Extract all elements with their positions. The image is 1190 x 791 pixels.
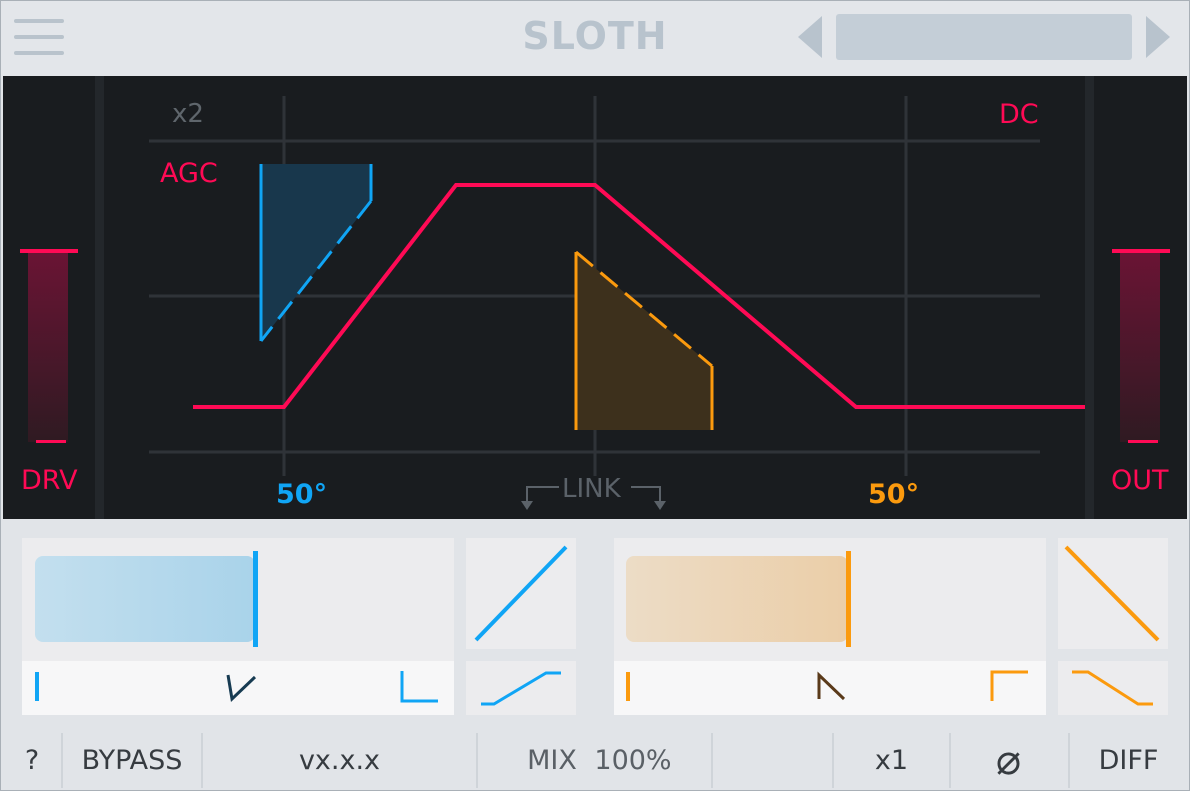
orange-mode-corner-icon: [990, 670, 1028, 701]
plugin-title: SLOTH: [522, 14, 668, 58]
mix-value[interactable]: 100%: [587, 731, 679, 788]
blue-angle-value[interactable]: 50°: [276, 479, 327, 510]
blue-linear-icon: [474, 545, 568, 642]
header-bar: SLOTH: [0, 0, 1190, 76]
orange-mode-row: [614, 661, 1046, 715]
orange-release-region[interactable]: [576, 252, 712, 430]
left-divider: [95, 76, 104, 519]
orange-linear-icon: [1064, 545, 1160, 642]
bypass-button[interactable]: BYPASS: [63, 731, 201, 788]
blue-curve-button[interactable]: [466, 538, 576, 649]
output-label[interactable]: OUT: [1111, 465, 1169, 496]
oversample-button[interactable]: x1: [834, 731, 949, 788]
orange-fader-handle[interactable]: [846, 551, 851, 647]
oversample-graph-label: x2: [172, 99, 204, 129]
output-meter: [1120, 252, 1160, 442]
orange-angle-value[interactable]: 50°: [868, 479, 919, 510]
blue-mode-row: [22, 661, 454, 715]
orange-shape-button[interactable]: [1058, 661, 1168, 715]
plugin-window: SLOTH x2 AGC DC 50° 50° LINK DRV OUT ? B…: [0, 0, 1190, 791]
help-button[interactable]: ?: [3, 731, 61, 788]
preset-selector[interactable]: [836, 14, 1132, 60]
mix-label[interactable]: MIX: [511, 731, 593, 788]
link-toggle[interactable]: LINK: [562, 474, 621, 504]
dc-label[interactable]: DC: [999, 99, 1039, 130]
blue-slope-fader[interactable]: [35, 556, 255, 642]
orange-mode-knee-icon: [817, 671, 846, 701]
blue-mode-corner-icon: [400, 671, 438, 703]
orange-slope-fader[interactable]: [626, 556, 848, 642]
version-label: vx.x.x: [298, 745, 381, 776]
drive-label[interactable]: DRV: [21, 465, 78, 496]
blue-fader-handle[interactable]: [253, 551, 258, 647]
orange-curve-button[interactable]: [1058, 538, 1168, 649]
orange-soft-shape-icon: [1072, 670, 1153, 706]
agc-label[interactable]: AGC: [160, 158, 218, 189]
diff-button[interactable]: DIFF: [1070, 731, 1187, 788]
footer-bar: ? BYPASS vx.x.x MIX 100% x1 ⌀ DIFF: [3, 731, 1187, 788]
curve-display: x2 AGC DC 50° 50° LINK DRV OUT: [3, 76, 1187, 519]
blue-shape-button[interactable]: [466, 661, 576, 715]
preset-next-icon[interactable]: [1146, 16, 1170, 58]
right-divider: [1085, 76, 1094, 519]
phase-invert-icon[interactable]: ⌀: [951, 731, 1066, 788]
menu-icon[interactable]: [14, 17, 64, 57]
preset-prev-icon[interactable]: [798, 16, 822, 58]
blue-soft-shape-icon: [481, 671, 561, 706]
blue-mode-knee-icon: [226, 674, 257, 703]
